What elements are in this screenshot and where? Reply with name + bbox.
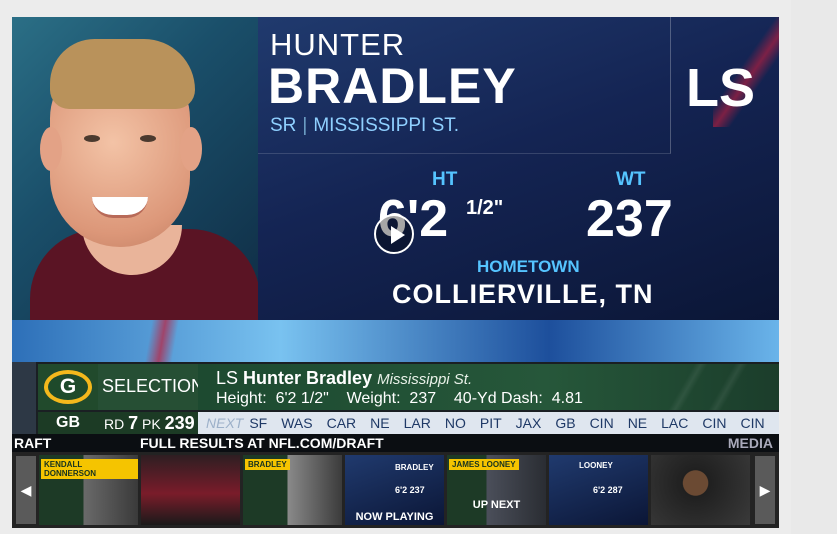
results-left: RAFT bbox=[14, 435, 52, 451]
headshot-ear-left bbox=[40, 127, 62, 171]
results-bar: RAFT FULL RESULTS AT NFL.COM/DRAFT MEDIA bbox=[12, 434, 779, 452]
pick-headline: LS Hunter Bradley Mississippi St. bbox=[216, 368, 472, 389]
selection-label: SELECTION bbox=[102, 376, 205, 396]
next-team: WAS bbox=[281, 415, 313, 431]
round-label: RD bbox=[104, 416, 125, 432]
team-logo-letter: G bbox=[48, 374, 88, 400]
next-team: NE bbox=[627, 415, 648, 431]
team-logo-box: G bbox=[38, 364, 98, 410]
next-label: NEXT bbox=[206, 415, 244, 431]
thumb-mini-name: BRADLEY bbox=[395, 463, 434, 472]
headshot-eye-right bbox=[140, 135, 156, 142]
next-team: LAR bbox=[403, 415, 431, 431]
thumb-badge: KENDALL DONNERSON bbox=[41, 459, 138, 479]
play-button-icon[interactable] bbox=[374, 214, 414, 254]
pick-info-bar: LS Hunter Bradley Mississippi St. Height… bbox=[198, 364, 779, 410]
height-label: HT bbox=[432, 169, 458, 190]
next-team: NE bbox=[370, 415, 390, 431]
next-team: JAX bbox=[515, 415, 542, 431]
video-player[interactable]: HUNTER BRADLEY SR | MISSISSIPPI ST. LS HT … bbox=[12, 17, 779, 452]
player-headshot bbox=[12, 17, 258, 320]
decorative-band bbox=[12, 320, 779, 362]
pick-name: Hunter Bradley bbox=[243, 368, 373, 388]
thumb-mini-stats: 6'2 237 bbox=[395, 485, 425, 495]
player-college: MISSISSIPPI ST. bbox=[313, 115, 460, 136]
player-class-college: SR | MISSISSIPPI ST. bbox=[270, 115, 459, 137]
carousel-thumb-6[interactable]: LOONEY 6'2 287 bbox=[549, 455, 648, 525]
player-last-name: BRADLEY bbox=[268, 58, 517, 114]
carousel-thumb-3[interactable]: BRADLEY bbox=[243, 455, 342, 525]
next-team: CAR bbox=[326, 415, 357, 431]
pick-school: Mississippi St. bbox=[377, 371, 473, 388]
thumb-mini-stats: 6'2 287 bbox=[593, 485, 623, 495]
carousel-prev-button[interactable]: ◀ bbox=[16, 456, 36, 524]
hometown-label: HOMETOWN bbox=[477, 257, 580, 276]
name-box: HUNTER BRADLEY SR | MISSISSIPPI ST. bbox=[258, 17, 671, 154]
carousel-thumb-7[interactable] bbox=[651, 455, 750, 525]
next-team: SF bbox=[249, 415, 268, 431]
player-class-year: SR bbox=[270, 115, 297, 136]
team-abbr: GB bbox=[38, 412, 98, 434]
round-number: 7 bbox=[128, 413, 139, 433]
chevron-decoration bbox=[708, 364, 748, 410]
thumb-badge: JAMES LOONEY bbox=[449, 459, 519, 470]
carousel-thumb-1[interactable]: KENDALL DONNERSON bbox=[39, 455, 138, 525]
hometown-value: COLLIERVILLE, TN bbox=[392, 279, 654, 309]
headshot-eye-left bbox=[84, 135, 100, 142]
next-team: LAC bbox=[661, 415, 689, 431]
thumb-label-up-next: UP NEXT bbox=[472, 499, 521, 511]
next-team: GB bbox=[555, 415, 576, 431]
next-team: PIT bbox=[479, 415, 502, 431]
results-right: MEDIA bbox=[727, 435, 773, 451]
height-fraction: 1/2" bbox=[466, 197, 504, 219]
next-teams-row: NEXT SF WAS CAR NE LAR NO PIT JAX GB CIN NE LAC CIN CI… bbox=[198, 412, 779, 434]
thumb-badge: BRADLEY bbox=[245, 459, 290, 470]
divider: | bbox=[302, 115, 308, 136]
next-team: NO bbox=[444, 415, 466, 431]
weight-value: 237 bbox=[586, 190, 673, 248]
thumb-mini-name: LOONEY bbox=[579, 461, 613, 470]
pick-number: 239 bbox=[164, 413, 195, 433]
chevron-decoration bbox=[668, 364, 708, 410]
thumb-label-now-playing: NOW PLAYING bbox=[355, 511, 434, 523]
selection-box: SELECTION bbox=[98, 364, 204, 410]
results-text: FULL RESULTS AT NFL.COM/DRAFT bbox=[140, 435, 384, 451]
nfl-shield-icon bbox=[12, 362, 36, 434]
headshot-hair bbox=[50, 39, 195, 109]
pick-stats: Height: 6'2 1/2" Weight: 237 40-Yd Dash:… bbox=[216, 390, 583, 407]
packers-logo-icon: G bbox=[44, 370, 92, 404]
next-team: CIN bbox=[702, 415, 727, 431]
round-pick: RD 7 PK 239 bbox=[98, 412, 198, 434]
carousel-next-button[interactable]: ▶ bbox=[755, 456, 775, 524]
carousel-thumb-2[interactable] bbox=[141, 455, 240, 525]
decorative-stripe bbox=[132, 320, 192, 362]
next-teams-list: SF WAS CAR NE LAR NO PIT JAX GB CIN NE LAC CIN CIN bbox=[249, 415, 778, 431]
draft-ticker: G GB SELECTION RD 7 PK 239 LS Hunter Bra… bbox=[12, 362, 779, 452]
player-position: LS bbox=[686, 58, 756, 118]
next-team: CIN bbox=[740, 415, 765, 431]
player-info-panel: HUNTER BRADLEY SR | MISSISSIPPI ST. LS HT … bbox=[258, 17, 779, 320]
carousel-thumb-5[interactable]: JAMES LOONEY UP NEXT bbox=[447, 455, 546, 525]
carousel-thumb-4[interactable]: BRADLEY 6'2 237 NOW PLAYING bbox=[345, 455, 444, 525]
next-team: CIN bbox=[589, 415, 614, 431]
headshot-ear-right bbox=[180, 127, 202, 171]
weight-label: WT bbox=[616, 169, 646, 190]
pick-label: PK bbox=[142, 416, 161, 432]
pick-position: LS bbox=[216, 368, 239, 388]
video-carousel: ◀ KENDALL DONNERSON BRADLEY BRADLEY 6'2 … bbox=[12, 452, 779, 528]
